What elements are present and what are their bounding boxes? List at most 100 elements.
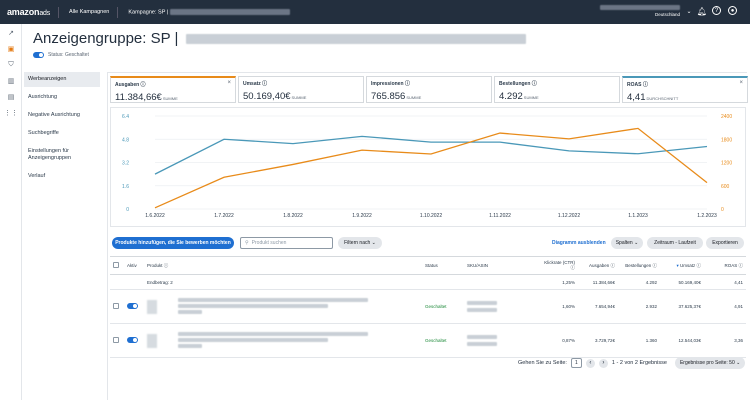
add-products-button[interactable]: Produkte hinzufügen, die Sie bewerben mö… [112,237,234,249]
close-icon[interactable]: × [227,80,231,86]
help-icon[interactable]: ? [712,6,721,15]
sidebar-item-einstellungen[interactable]: Einstellungen für Anzeigengruppen [24,144,100,166]
row-checkbox[interactable] [113,337,119,343]
row-sales: 12.544,03€ [660,323,704,358]
date-range-dropdown[interactable]: Zeitraum - Laufzeit [647,237,703,249]
metric-label: Impressionen ⓘ [371,81,410,87]
total-ctr: 1,25% [540,274,578,290]
row-status: Geschaltet [422,323,464,358]
metric-card-roas[interactable]: ROAS ⓘ 4,41DURCHSCHNITT × [622,76,748,103]
total-roas: 4,41 [704,274,746,290]
y-left-tick-label: 0 [126,207,129,213]
product-cell[interactable] [144,323,422,358]
product-search-input[interactable]: ⚲ Produkt suchen [240,237,333,249]
column-header-bestellungen[interactable]: Bestellungen ⓘ [618,256,660,275]
metric-card-ausgaben[interactable]: Ausgaben ⓘ 11.384,66€SUMME × [110,76,236,103]
result-range: 1 - 2 von 2 Ergebnisse [611,360,667,366]
metric-value: 765.856 [371,91,406,102]
user-icon[interactable]: ● [728,6,737,15]
metric-label: Bestellungen ⓘ [499,81,537,87]
chevron-right-icon[interactable]: › [598,358,608,368]
status-text: Status: Geschaltet [48,52,89,58]
x-tick-label: 1.9.2022 [352,213,372,219]
column-header-ctr[interactable]: Klickrate (CTR) ⓘ [540,256,578,275]
metric-card-bestellungen[interactable]: Bestellungen ⓘ 4.292SUMME [494,76,620,103]
totals-row: Endbetrag: 2 1,25% 11.384,66€ 4.292 50.1… [110,274,746,290]
metric-cards: Ausgaben ⓘ 11.384,66€SUMME × Umsatz ⓘ 50… [110,76,748,103]
column-header-status[interactable]: Status [422,256,464,275]
sidebar-item-verlauf[interactable]: Verlauf [24,169,100,184]
trend-icon[interactable]: ↗ [0,26,22,40]
apps-grid-icon[interactable]: ⋮⋮ [0,106,22,120]
product-thumbnail [147,299,157,314]
column-header-produkt[interactable]: Produkt ⓘ [144,256,422,275]
column-header-roas[interactable]: ROAS ⓘ [704,256,746,275]
goto-page-label: Gehen Sie zu Seite: [518,360,567,366]
product-cell[interactable] [144,289,422,324]
main-content: Ausgaben ⓘ 11.384,66€SUMME × Umsatz ⓘ 50… [107,72,748,400]
x-tick-label: 1.1.2023 [628,213,648,219]
bell-icon[interactable]: 🔔︎ [697,6,707,16]
sidebar-item-ausrichtung[interactable]: Ausrichtung [24,90,100,105]
media-icon[interactable]: ▤ [0,90,22,104]
row-sales: 37.625,37€ [660,289,704,324]
hide-chart-link[interactable]: Diagramm ausblenden [552,240,606,246]
x-tick-label: 1.12.2022 [558,213,580,219]
metric-card-umsatz[interactable]: Umsatz ⓘ 50.169,40€SUMME [238,76,364,103]
campaigns-icon[interactable]: ▣ [0,42,22,56]
row-checkbox[interactable] [113,303,119,309]
results-per-page-dropdown[interactable]: Ergebnisse pro Seite: 50 ⌄ [674,357,746,369]
row-roas: 3,36 [704,323,746,358]
close-icon[interactable]: × [739,80,743,86]
top-navigation-bar: amazonads Alle Kampagnen Kampagne: SP | … [0,0,750,24]
column-header-umsatz[interactable]: ▾ Umsatz ⓘ [660,256,704,275]
y-left-tick-label: 6.4 [122,114,129,120]
products-table: Aktiv Produkt ⓘ Status SKU/ASIN Klickrat… [110,256,746,358]
sidebar-item-suchbegriffe[interactable]: Suchbegriffe [24,126,100,141]
x-tick-label: 1.8.2022 [283,213,303,219]
metric-label: Ausgaben ⓘ [115,82,146,88]
search-icon: ⚲ [245,240,249,246]
row-active-toggle[interactable] [127,303,138,309]
row-ctr: 1,60% [540,289,578,324]
shield-icon[interactable]: ⛉ [0,58,22,72]
page-number-input[interactable]: 1 [570,358,582,368]
series-line-roas [154,135,708,175]
row-orders: 1.360 [618,323,660,358]
column-header-sku-asin[interactable]: SKU/ASIN [464,256,540,275]
sidebar-item-werbeanzeigen[interactable]: Werbeanzeigen [24,72,100,87]
export-button[interactable]: Exportieren [706,237,744,249]
table-row: Geschaltet 1,60% 7.654,94€ 2.932 37.625,… [110,289,746,324]
adgroup-active-toggle[interactable] [33,52,44,58]
amazon-ads-logo[interactable]: amazonads [7,7,50,17]
line-chart-svg: 6.4 4.8 3.2 1.6 0 2400 1800 1200 600 0 1.6.2022 1.7… [122,114,732,219]
totals-label: Endbetrag: 2 [144,274,422,290]
row-sku-asin [464,323,540,358]
metric-value: 50.169,40€ [243,91,291,102]
sidebar-item-negative-ausrichtung[interactable]: Negative Ausrichtung [24,108,100,123]
select-all-checkbox[interactable] [113,262,119,268]
account-selector[interactable]: Deutschland [600,5,680,18]
row-sku-asin [464,289,540,324]
y-left-tick-label: 3.2 [122,161,129,167]
chevron-down-icon[interactable]: ⌄ [684,6,694,16]
campaign-breadcrumb[interactable]: Kampagne: SP | [128,8,290,15]
performance-chart: 6.4 4.8 3.2 1.6 0 2400 1800 1200 600 0 1.6.2022 1.7… [110,107,746,227]
metric-card-impressionen[interactable]: Impressionen ⓘ 765.856SUMME [366,76,492,103]
all-campaigns-link[interactable]: Alle Kampagnen [69,9,109,15]
bar-chart-icon[interactable]: ▥ [0,74,22,88]
total-spend: 11.384,66€ [578,274,618,290]
column-header-ausgaben[interactable]: Ausgaben ⓘ [578,256,618,275]
total-orders: 4.292 [618,274,660,290]
filter-dropdown[interactable]: Filtern nach ⌄ [338,237,382,249]
metric-value: 4,41 [627,92,646,103]
product-thumbnail [147,333,157,348]
columns-dropdown[interactable]: Spalten ⌄ [611,237,643,249]
x-tick-label: 1.6.2022 [145,213,165,219]
y-right-tick-label: 600 [721,184,730,190]
row-spend: 7.654,94€ [578,289,618,324]
row-roas: 4,91 [704,289,746,324]
chevron-left-icon[interactable]: ‹ [585,358,595,368]
row-active-toggle[interactable] [127,337,138,343]
table-header-row: Aktiv Produkt ⓘ Status SKU/ASIN Klickrat… [110,256,746,275]
